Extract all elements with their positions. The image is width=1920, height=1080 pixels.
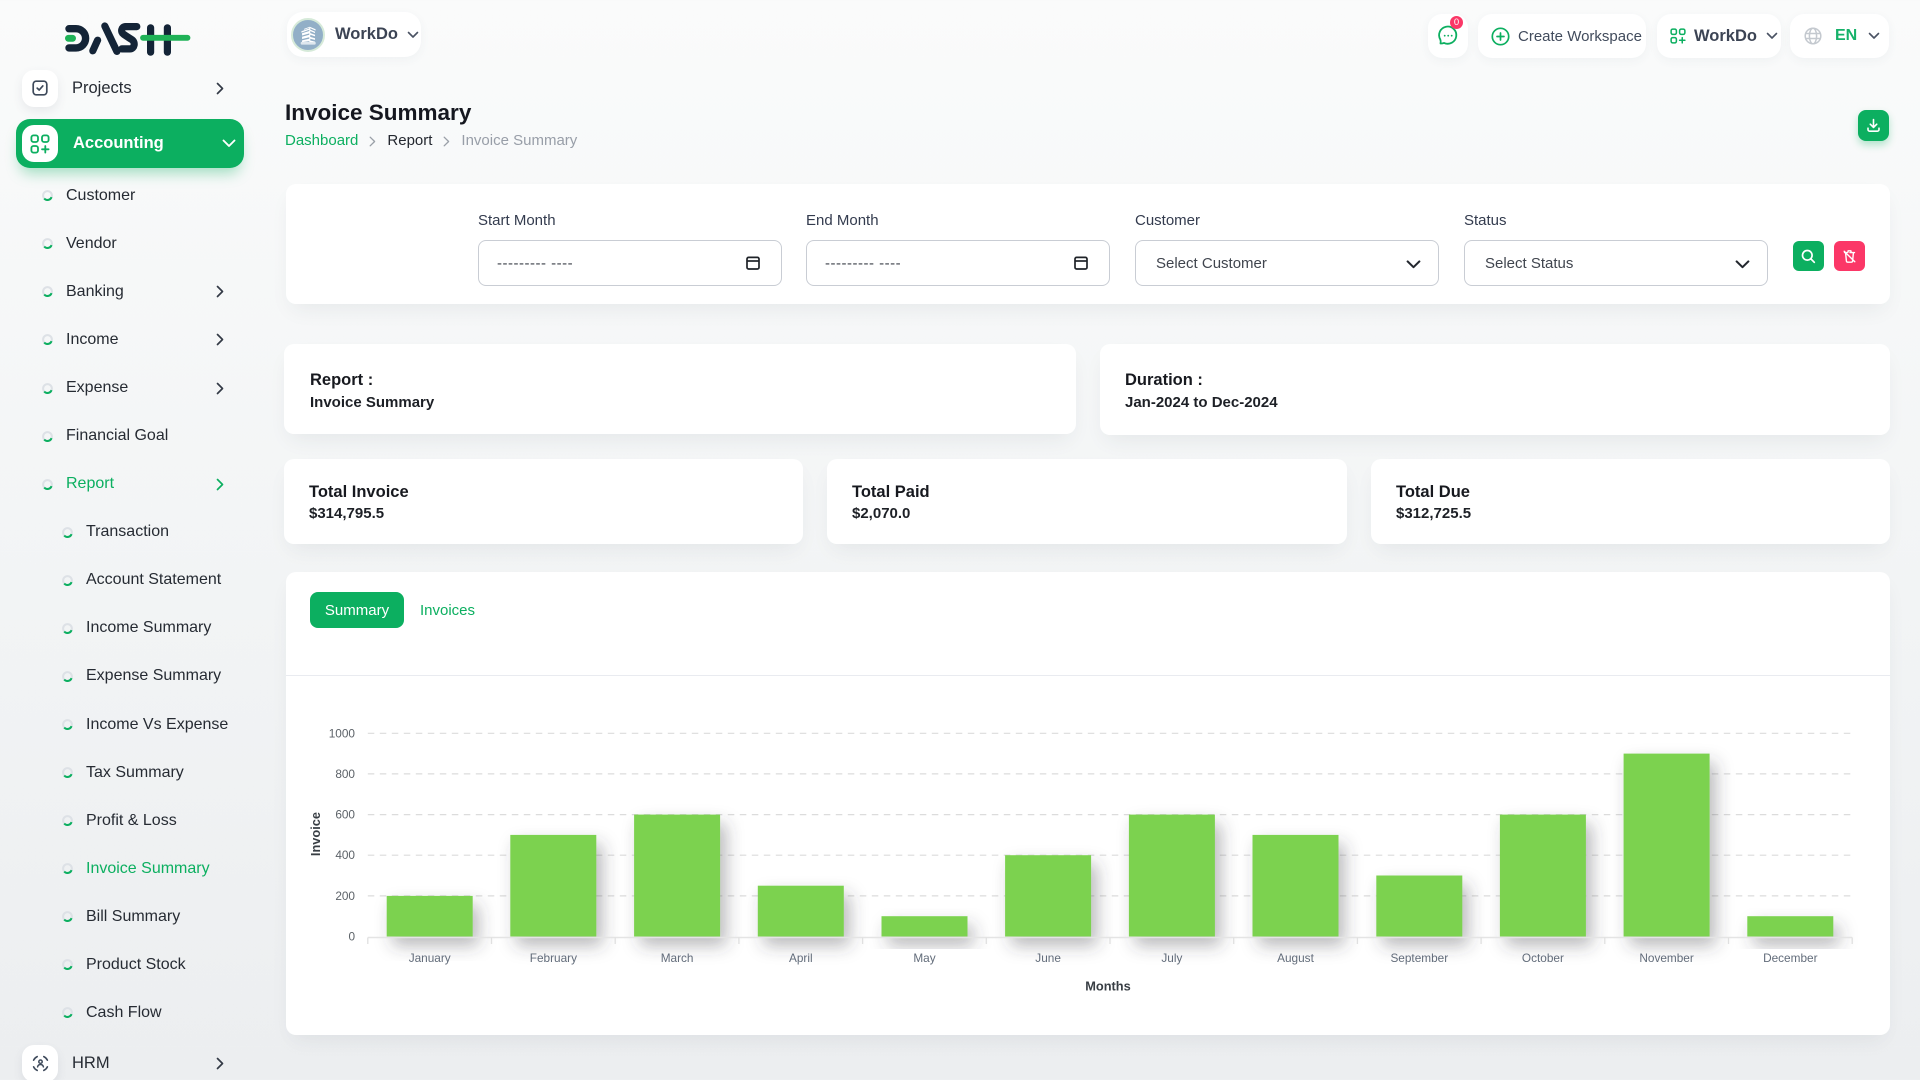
svg-text:Invoice: Invoice xyxy=(308,812,323,856)
svg-text:July: July xyxy=(1161,951,1182,965)
svg-text:September: September xyxy=(1390,951,1448,965)
svg-text:August: August xyxy=(1277,951,1314,965)
svg-text:December: December xyxy=(1763,951,1817,965)
svg-text:January: January xyxy=(409,951,451,965)
svg-text:800: 800 xyxy=(335,767,355,781)
svg-text:November: November xyxy=(1639,951,1693,965)
svg-text:October: October xyxy=(1522,951,1564,965)
svg-text:March: March xyxy=(661,951,694,965)
svg-text:0: 0 xyxy=(348,930,355,944)
svg-text:April: April xyxy=(789,951,813,965)
svg-text:Months: Months xyxy=(1085,979,1131,994)
svg-text:February: February xyxy=(530,951,577,965)
svg-text:400: 400 xyxy=(335,848,355,862)
svg-text:600: 600 xyxy=(335,808,355,822)
svg-text:May: May xyxy=(913,951,935,965)
svg-text:June: June xyxy=(1035,951,1061,965)
svg-text:1000: 1000 xyxy=(329,726,356,740)
svg-text:200: 200 xyxy=(335,889,355,903)
